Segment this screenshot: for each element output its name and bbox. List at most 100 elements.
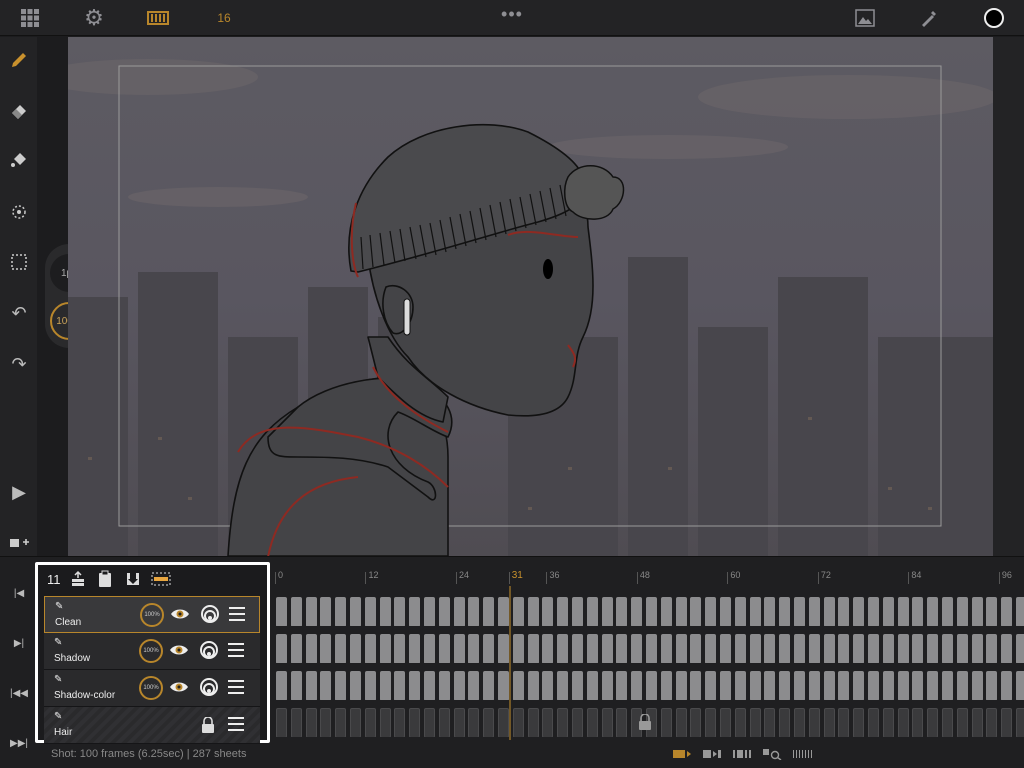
frame-cell[interactable] (438, 708, 450, 737)
gear-icon[interactable]: ⚙ (82, 5, 106, 30)
frame-cell[interactable] (660, 634, 672, 663)
frame-cell[interactable] (838, 634, 850, 663)
frame-cell[interactable] (986, 671, 998, 700)
frame-cell[interactable] (779, 634, 791, 663)
frame-ticks-icon[interactable] (792, 748, 812, 760)
select-icon[interactable] (6, 249, 32, 275)
frame-cell[interactable] (986, 634, 998, 663)
frame-cell[interactable] (956, 671, 968, 700)
onion-skin-icon[interactable] (200, 603, 220, 625)
frame-cell[interactable] (276, 708, 287, 737)
merge-layers-icon[interactable] (68, 569, 88, 589)
zoom-timeline-icon[interactable] (762, 748, 782, 760)
frame-cell[interactable] (646, 597, 657, 626)
frame-cell[interactable] (660, 597, 672, 626)
fast-forward-icon[interactable]: ▶▶| (8, 734, 30, 752)
frame-cell[interactable] (290, 708, 302, 737)
frame-cell[interactable] (498, 634, 509, 663)
frame-cell[interactable] (438, 671, 450, 700)
frame-cell[interactable] (853, 597, 865, 626)
layer-row[interactable]: ✎ Shadow 100% (44, 633, 260, 670)
frame-cell[interactable] (468, 671, 480, 700)
frame-cell[interactable] (320, 634, 332, 663)
hamburger-menu-icon[interactable] (228, 717, 244, 731)
frame-cell[interactable] (1001, 708, 1013, 737)
frame-cell[interactable] (631, 671, 643, 700)
frame-cell[interactable] (912, 634, 924, 663)
frame-cell[interactable] (586, 597, 598, 626)
frame-cell[interactable] (1016, 634, 1024, 663)
frame-cell[interactable] (794, 708, 805, 737)
frame-cell[interactable] (794, 597, 805, 626)
eye-icon[interactable] (169, 679, 189, 695)
frame-cell[interactable] (882, 708, 894, 737)
frame-cell[interactable] (498, 597, 509, 626)
frame-cell[interactable] (483, 671, 495, 700)
frame-cell[interactable] (586, 634, 598, 663)
frame-cell[interactable] (586, 708, 598, 737)
frame-cell[interactable] (364, 634, 376, 663)
hamburger-menu-icon[interactable] (229, 607, 245, 621)
frame-cell[interactable] (956, 708, 968, 737)
frame-cell[interactable] (868, 671, 879, 700)
frame-cell[interactable] (1001, 597, 1013, 626)
frame-cell[interactable] (1001, 634, 1013, 663)
frame-cell[interactable] (498, 671, 509, 700)
next-frame-icon[interactable]: ▶| (8, 634, 30, 652)
frame-cell[interactable] (364, 597, 376, 626)
frame-cell[interactable] (616, 708, 628, 737)
frame-cell[interactable] (350, 634, 361, 663)
frame-cell[interactable] (276, 634, 287, 663)
frame-cell[interactable] (305, 671, 317, 700)
frame-cell[interactable] (335, 708, 347, 737)
frame-cell[interactable] (971, 708, 983, 737)
frame-cell[interactable] (823, 708, 835, 737)
frame-cell[interactable] (675, 597, 687, 626)
image-icon[interactable] (854, 6, 876, 30)
frame-cell[interactable] (897, 597, 909, 626)
frame-cell[interactable] (779, 597, 791, 626)
frame-cell[interactable] (424, 634, 435, 663)
frame-cell[interactable] (764, 708, 776, 737)
frame-cell[interactable] (1016, 671, 1024, 700)
loop-icon[interactable] (672, 748, 692, 760)
frame-cell[interactable] (320, 671, 332, 700)
frame-cell[interactable] (749, 708, 761, 737)
frame-cell[interactable] (350, 671, 361, 700)
frame-cell[interactable] (424, 597, 435, 626)
rewind-icon[interactable]: |◀◀ (8, 684, 30, 702)
frame-cell[interactable] (409, 671, 421, 700)
frame-cell[interactable] (764, 634, 776, 663)
frame-cell[interactable] (453, 671, 465, 700)
onion-skin-icon[interactable] (199, 676, 219, 698)
eye-icon[interactable] (170, 606, 190, 622)
frame-cell[interactable] (290, 634, 302, 663)
frame-cell[interactable] (690, 634, 702, 663)
frame-cell[interactable] (572, 597, 583, 626)
frame-cell[interactable] (720, 708, 731, 737)
frame-cell[interactable] (838, 708, 850, 737)
frame-cell[interactable] (394, 708, 406, 737)
hamburger-menu-icon[interactable] (228, 643, 244, 657)
frame-cell[interactable] (971, 597, 983, 626)
frame-cell[interactable] (616, 671, 628, 700)
frame-cell[interactable] (498, 708, 509, 737)
frame-cell[interactable] (720, 671, 731, 700)
frame-cell[interactable] (942, 708, 953, 737)
frame-cell[interactable] (808, 634, 820, 663)
frame-cell[interactable] (882, 597, 894, 626)
frame-cell[interactable] (912, 708, 924, 737)
frame-cell[interactable] (675, 634, 687, 663)
layer-opacity-control[interactable]: 100% (139, 639, 163, 663)
frame-cell[interactable] (572, 634, 583, 663)
frame-cell[interactable] (956, 634, 968, 663)
timeline-track-shadow-color[interactable] (276, 668, 1024, 700)
frame-cell[interactable] (290, 671, 302, 700)
frame-cell[interactable] (720, 634, 731, 663)
frame-cell[interactable] (276, 671, 287, 700)
eraser-icon[interactable] (6, 97, 32, 123)
frame-cell[interactable] (927, 634, 939, 663)
frame-cell[interactable] (734, 597, 746, 626)
lasso-icon[interactable] (6, 199, 32, 225)
frame-cell[interactable] (660, 671, 672, 700)
